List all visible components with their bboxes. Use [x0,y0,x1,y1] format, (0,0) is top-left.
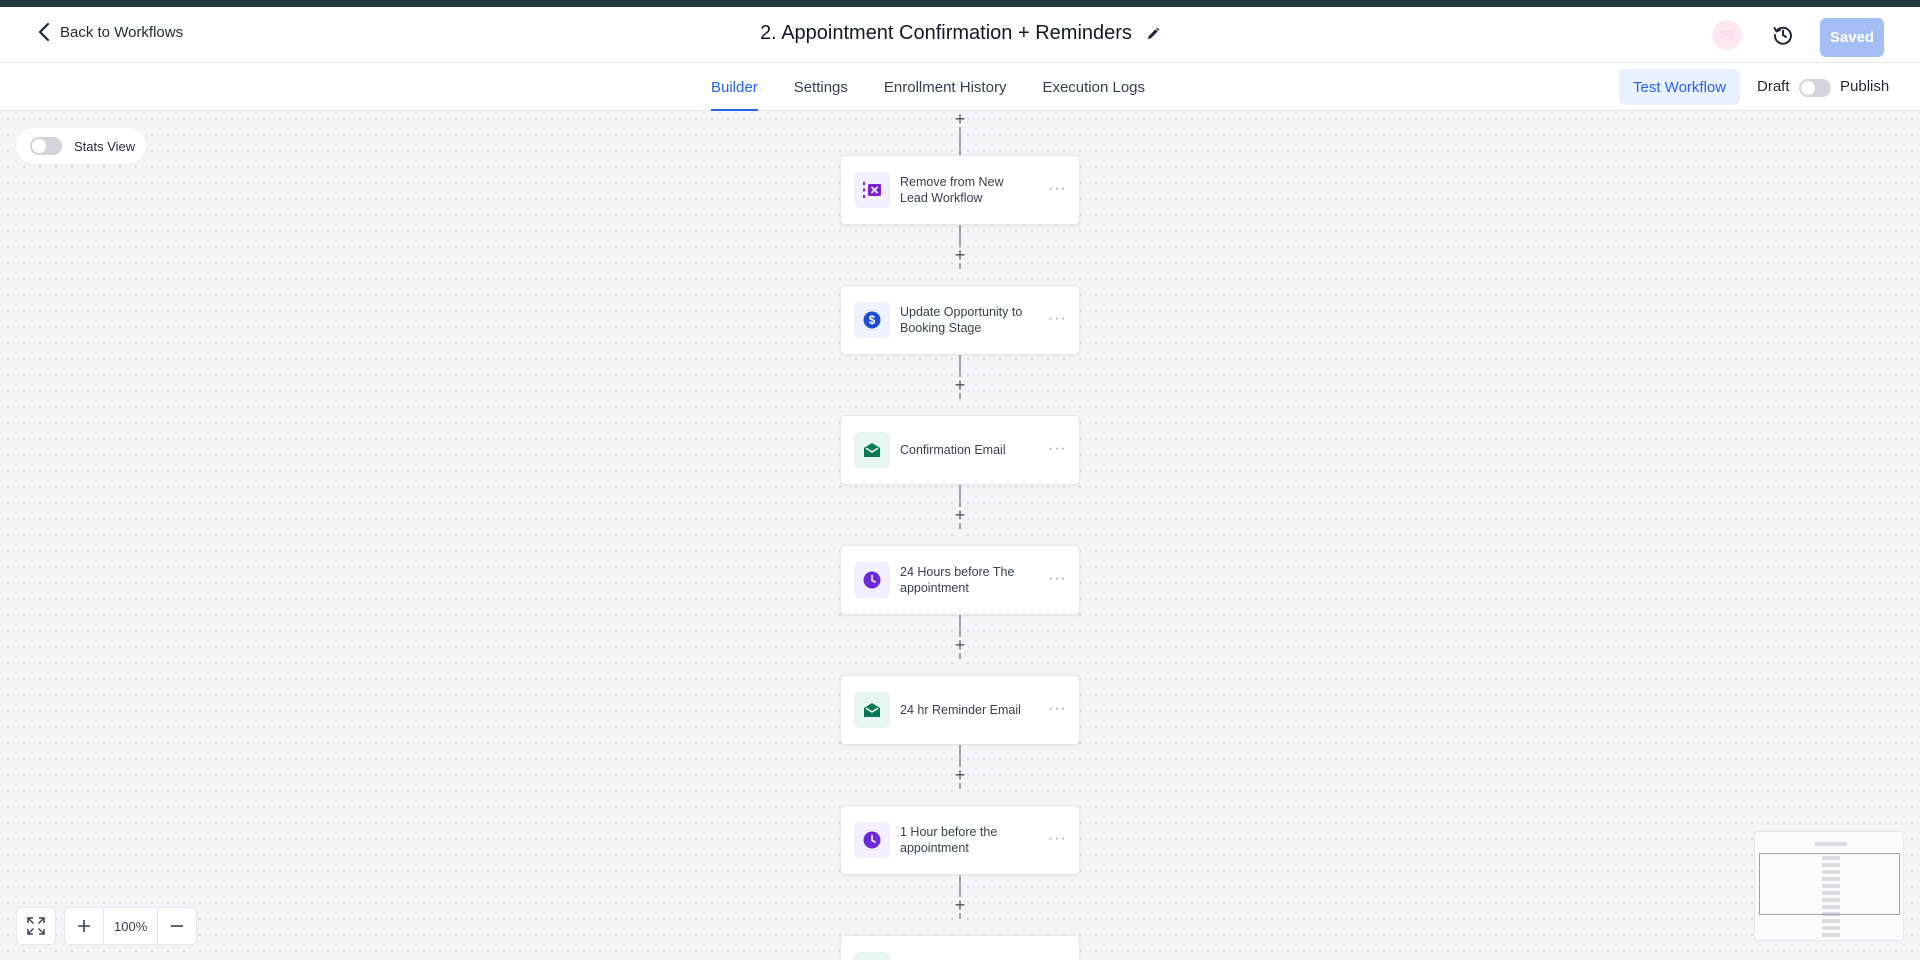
more-options-icon[interactable]: ··· [1048,311,1067,327]
chevron-left-icon [38,23,50,41]
more-options-icon[interactable]: ··· [1048,831,1067,847]
back-to-workflows-link[interactable]: Back to Workflows [38,23,183,41]
clock-icon [854,562,890,598]
node-label: 1 Hour before the appointment [900,825,998,855]
zoom-out-button[interactable] [158,907,196,945]
top-strip [0,0,1920,7]
add-step-plus-icon[interactable]: + [952,636,968,654]
pencil-icon[interactable] [1146,27,1160,41]
workflow-title: 2. Appointment Confirmation + Reminders [760,22,1132,44]
dollar-icon: $ [854,302,890,338]
tab-list: Builder Settings Enrollment History Exec… [711,63,1145,111]
more-options-icon[interactable]: ··· [1048,701,1067,717]
svg-text:$: $ [869,315,876,327]
minimap-node [1822,919,1840,923]
email-icon [854,692,890,728]
draft-label: Draft [1757,78,1790,95]
workflow-node-reminder-email[interactable]: 24 hr Reminder Email ··· [840,675,1080,745]
email-icon [854,952,890,960]
fullscreen-icon [17,907,55,945]
clock-icon [854,822,890,858]
zoom-in-button[interactable] [65,907,103,945]
more-options-icon[interactable]: ··· [1048,441,1067,457]
tab-enrollment-history[interactable]: Enrollment History [884,63,1007,111]
minimap-node [1822,926,1840,930]
add-step-plus-icon[interactable]: + [952,246,968,264]
workflow-node-remove-from-workflow[interactable]: Remove from New Lead Workflow ··· [840,155,1080,225]
zoom-level: 100% [103,907,159,945]
node-label: Confirmation Email [900,443,1006,457]
header: Back to Workflows 2. Appointment Confirm… [0,7,1920,63]
avatar[interactable]: SR [1712,20,1742,50]
add-step-plus-icon[interactable]: + [952,376,968,394]
email-icon [854,432,890,468]
workflow-node-wait-24-hours[interactable]: 24 Hours before The appointment ··· [840,545,1080,615]
stats-view-toggle[interactable]: Stats View [16,128,146,164]
stats-toggle-switch[interactable] [30,137,62,155]
history-icon[interactable] [1772,24,1794,46]
publish-label: Publish [1840,78,1890,95]
test-workflow-button[interactable]: Test Workflow [1619,69,1741,105]
workflow-node-update-opportunity[interactable]: $ Update Opportunity to Booking Stage ··… [840,285,1080,355]
stats-view-label: Stats View [74,138,136,154]
zoom-box: 100% [64,907,198,945]
workflow-canvas[interactable]: Stats View + + + + + + + Remove from New… [0,111,1920,960]
more-options-icon[interactable]: ··· [1048,571,1067,587]
add-step-plus-icon[interactable]: + [952,506,968,524]
back-label: Back to Workflows [60,23,184,41]
node-label: Update Opportunity to Booking Stage [900,305,1023,335]
workflow-node-confirmation-email[interactable]: Confirmation Email ··· [840,415,1080,485]
zoom-controls: 100% [16,907,198,945]
tab-execution-logs[interactable]: Execution Logs [1042,63,1145,111]
saved-button[interactable]: Saved [1820,18,1884,57]
remove-from-workflow-icon [854,172,890,208]
add-step-plus-icon[interactable]: + [952,896,968,914]
node-label: 24 Hours before The appointment [900,565,1015,595]
minimap-node [1822,933,1840,937]
tab-settings[interactable]: Settings [794,63,848,111]
minimap-node [1815,842,1847,846]
workflow-node-wait-1-hour[interactable]: 1 Hour before the appointment ··· [840,805,1080,875]
node-label: 24 hr Reminder Email [900,703,1021,717]
fit-view-button[interactable] [16,907,56,945]
add-step-plus-icon[interactable]: + [952,111,968,128]
tab-builder[interactable]: Builder [711,63,758,111]
publish-toggle[interactable] [1799,79,1831,97]
tabs-bar: Builder Settings Enrollment History Exec… [0,63,1920,111]
workflow-node-next[interactable] [840,935,1080,960]
minimap-viewport[interactable] [1759,853,1900,915]
minimap[interactable] [1754,831,1904,941]
more-options-icon[interactable]: ··· [1048,181,1067,197]
node-label: Remove from New Lead Workflow [900,175,1004,205]
add-step-plus-icon[interactable]: + [952,766,968,784]
